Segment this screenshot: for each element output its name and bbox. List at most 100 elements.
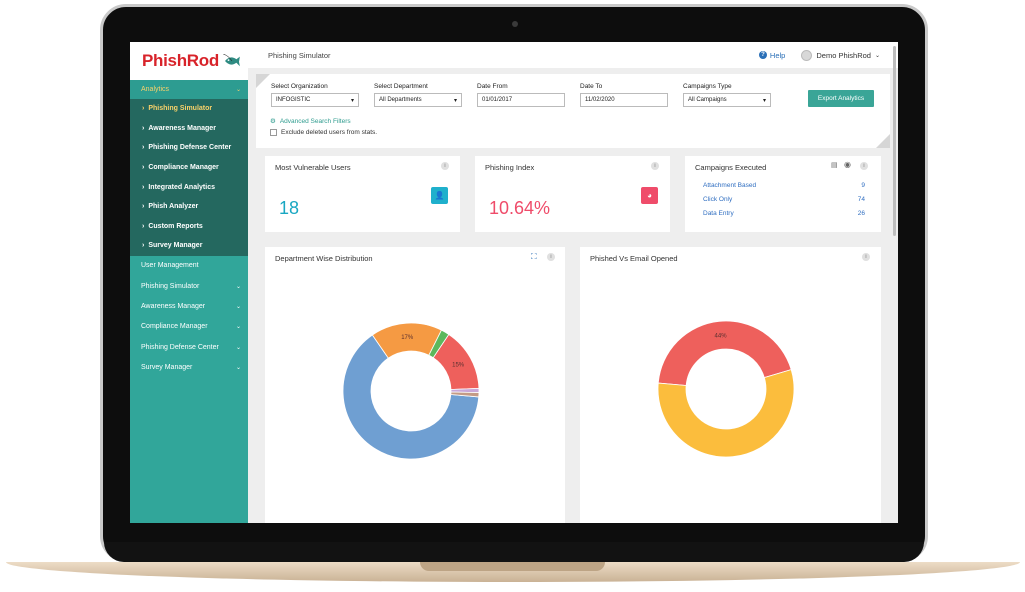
caret-down-icon: ▾ [350,97,354,104]
chevron-down-icon: ⌄ [235,283,241,290]
document-icon[interactable]: ▤ [831,161,838,169]
slice-label: 15% [452,363,465,369]
submenu-item-awareness-manager[interactable]: › Awareness Manager [130,119,248,139]
submenu-item-compliance-manager[interactable]: › Compliance Manager [130,158,248,178]
fish-hook-icon [223,54,240,67]
info-icon[interactable]: i [860,162,868,170]
sidebar-item-user-management[interactable]: User Management [130,256,248,276]
campaign-type-filter: Campaigns Type All Campaigns ▾ [683,83,771,107]
main-content: Phishing Simulator ? Help Demo PhishRod … [248,42,898,523]
campaign-count: 26 [857,210,865,217]
submenu-label: Phish Analyzer [148,203,199,211]
dept-value: All Departments [379,97,422,103]
campaign-row[interactable]: Data Entry 26 [703,210,865,217]
submenu-label: Compliance Manager [148,164,219,172]
campaign-type-select[interactable]: All Campaigns ▾ [683,93,771,107]
date-to-value: 11/02/2020 [585,97,615,103]
phished-vs-opened-card: Phished Vs Email Opened i 44% [580,247,881,523]
laptop-chin [104,542,924,562]
filters-panel: Select Organization INFOGISTIC ▾ Select D… [256,74,890,148]
exclude-deleted-option: Exclude deleted users from stats. [270,129,377,136]
chevron-right-icon: › [142,183,145,191]
user-name: Demo PhishRod [816,50,871,60]
submenu-label: Integrated Analytics [148,183,215,191]
eye-icon[interactable]: ◉ [844,160,851,169]
most-vulnerable-users-card: Most Vulnerable Users i 18 👤 [265,156,460,232]
submenu-label: Awareness Manager [148,124,216,132]
help-icon: ? [758,51,767,59]
campaign-count: 74 [857,196,865,203]
submenu-item-phishing-defense-center[interactable]: › Phishing Defense Center [130,138,248,158]
chevron-down-icon: ⌄ [874,52,880,59]
sidebar-item-label: Phishing Simulator [141,282,200,290]
chevron-right-icon: › [142,242,145,250]
scrollbar[interactable] [893,46,896,236]
chevron-down-icon: ⌄ [235,364,241,371]
help-link[interactable]: ? Help [758,51,785,60]
sidebar-item-awareness-manager[interactable]: Awareness Manager ⌄ [130,296,248,316]
caret-down-icon: ▾ [453,97,457,104]
sidebar-item-label: Awareness Manager [141,302,206,310]
info-icon[interactable]: i [441,162,449,170]
exclude-deleted-checkbox[interactable] [270,129,277,136]
submenu-label: Phishing Defense Center [148,144,232,152]
advanced-search-filters-link[interactable]: ⚙ Advanced Search Filters [270,117,351,126]
campaign-type-label: Campaigns Type [683,83,732,90]
chevron-right-icon: › [142,144,145,152]
sidebar-item-phishing-simulator[interactable]: Phishing Simulator ⌄ [130,276,248,296]
expand-icon[interactable]: ⛶ [531,252,537,262]
submenu-label: Custom Reports [148,222,203,230]
date-from-label: Date From [477,83,508,90]
submenu-item-custom-reports[interactable]: › Custom Reports [130,217,248,237]
date-to-input[interactable]: 11/02/2020 [580,93,668,107]
export-analytics-button[interactable]: Export Analytics [808,90,874,107]
sidebar-item-compliance-manager[interactable]: Compliance Manager ⌄ [130,317,248,337]
gauge-icon: ◕ [641,187,658,204]
campaign-label: Attachment Based [703,182,757,189]
submenu-item-phishing-simulator[interactable]: › Phishing Simulator [130,99,248,119]
info-icon[interactable]: i [651,162,659,170]
card-title: Most Vulnerable Users [275,163,351,172]
avatar [801,49,813,61]
date-from-value: 01/01/2017 [482,97,513,103]
org-filter: Select Organization INFOGISTIC ▾ [271,83,359,107]
sidebar-item-label: Survey Manager [141,363,193,371]
date-from-filter: Date From 01/01/2017 [477,83,565,107]
dept-select[interactable]: All Departments ▾ [374,93,462,107]
sidebar-item-survey-manager[interactable]: Survey Manager ⌄ [130,357,248,377]
advanced-search-label: Advanced Search Filters [279,117,351,125]
info-icon[interactable]: i [862,253,870,261]
org-select[interactable]: INFOGISTIC ▾ [271,93,359,107]
dept-label: Select Department [374,83,428,90]
info-icon[interactable]: i [547,253,555,261]
submenu-item-survey-manager[interactable]: › Survey Manager [130,236,248,256]
date-from-input[interactable]: 01/01/2017 [477,93,565,107]
logo-text: PhishRod [142,51,219,70]
slice-label: 17% [401,335,414,341]
card-title: Campaigns Executed [695,163,767,172]
department-distribution-card: Department Wise Distribution ⛶ i 17% 15% [265,247,565,523]
date-to-label: Date To [580,83,603,90]
submenu-item-phish-analyzer[interactable]: › Phish Analyzer [130,197,248,217]
chart-title: Phished Vs Email Opened [590,254,678,263]
top-bar: Phishing Simulator ? Help Demo PhishRod … [248,42,898,68]
card-title: Phishing Index [485,163,535,172]
laptop-notch [420,562,605,571]
sidebar-item-analytics[interactable]: Analytics ⌄ [130,80,248,99]
submenu-label: Phishing Simulator [148,105,213,113]
submenu-label: Survey Manager [148,242,203,250]
campaign-row[interactable]: Click Only 74 [703,196,865,203]
sidebar-item-label: Phishing Defense Center [141,343,219,351]
campaign-row[interactable]: Attachment Based 9 [703,182,865,189]
sidebar-item-label: Compliance Manager [141,323,208,331]
campaign-count: 9 [861,182,865,189]
corner-fold [256,74,270,88]
submenu-item-integrated-analytics[interactable]: › Integrated Analytics [130,177,248,197]
logo[interactable]: PhishRod [130,42,248,80]
user-menu[interactable]: Demo PhishRod ⌄ [801,49,880,61]
org-value: INFOGISTIC [276,97,311,103]
campaign-type-value: All Campaigns [688,97,727,103]
sidebar-item-phishing-defense-center[interactable]: Phishing Defense Center ⌄ [130,337,248,357]
phishing-index-card: Phishing Index i 10.64% ◕ [475,156,670,232]
campaign-label: Data Entry [703,210,734,217]
